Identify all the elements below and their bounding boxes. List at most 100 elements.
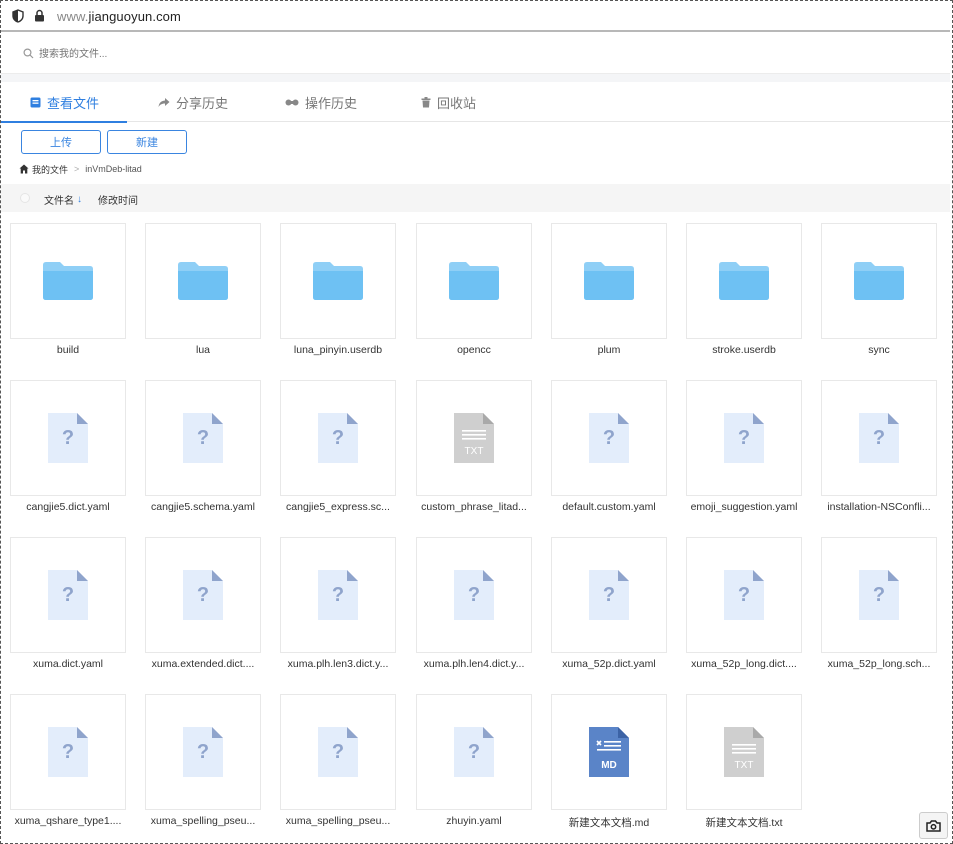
new-button[interactable]: 新建 [107, 130, 187, 154]
sort-by-name[interactable]: 文件名 ↓ [44, 192, 82, 207]
file-item[interactable]: sync [821, 223, 937, 363]
file-name[interactable]: cangjie5.schema.yaml [141, 501, 265, 513]
url-text[interactable]: www.jianguoyun.com [57, 9, 181, 24]
file-item[interactable]: opencc [416, 223, 532, 363]
file-item[interactable]: luna_pinyin.userdb [280, 223, 396, 363]
file-item[interactable]: lua [145, 223, 261, 363]
file-thumbnail[interactable]: ? [686, 537, 802, 653]
file-thumbnail[interactable]: ? [551, 537, 667, 653]
select-all-checkbox[interactable] [20, 193, 30, 203]
file-item[interactable]: plum [551, 223, 667, 363]
file-item[interactable]: ? xuma_52p.dict.yaml [551, 537, 667, 677]
file-name[interactable]: cangjie5_express.sc... [276, 501, 400, 513]
file-name[interactable]: 新建文本文档.md [547, 815, 671, 830]
upload-button[interactable]: 上传 [21, 130, 101, 154]
md-file-label: MD [601, 760, 617, 771]
file-name[interactable]: build [6, 344, 130, 356]
file-thumbnail[interactable]: ? [145, 380, 261, 496]
file-thumbnail[interactable]: ? [280, 537, 396, 653]
file-thumbnail[interactable] [821, 223, 937, 339]
file-thumbnail[interactable]: TXT [686, 694, 802, 810]
tab-view-files[interactable]: 查看文件 [0, 82, 128, 123]
tab-recycle-bin[interactable]: 回收站 [421, 82, 476, 122]
home-icon[interactable] [19, 164, 29, 174]
file-name[interactable]: xuma_spelling_pseu... [141, 815, 265, 827]
file-thumbnail[interactable]: ? [280, 380, 396, 496]
file-name[interactable]: default.custom.yaml [547, 501, 671, 513]
file-item[interactable]: stroke.userdb [686, 223, 802, 363]
search-input[interactable] [39, 44, 439, 64]
file-thumbnail[interactable] [416, 223, 532, 339]
file-thumbnail[interactable]: ? [145, 537, 261, 653]
file-item[interactable]: ? xuma_spelling_pseu... [145, 694, 261, 834]
file-thumbnail[interactable]: ? [10, 537, 126, 653]
file-thumbnail[interactable] [280, 223, 396, 339]
screenshot-button[interactable] [919, 812, 948, 839]
file-thumbnail[interactable]: MD [551, 694, 667, 810]
file-thumbnail[interactable]: ? [145, 694, 261, 810]
file-thumbnail[interactable] [10, 223, 126, 339]
file-name[interactable]: lua [141, 344, 265, 356]
modified-column-header[interactable]: 修改时间 [98, 192, 138, 207]
file-thumbnail[interactable]: ? [551, 380, 667, 496]
file-item[interactable]: ? xuma.plh.len4.dict.y... [416, 537, 532, 677]
lock-icon[interactable] [34, 9, 45, 27]
file-name[interactable]: installation-NSConfli... [817, 501, 941, 513]
file-item[interactable]: ? xuma_qshare_type1.... [10, 694, 126, 834]
file-thumbnail[interactable] [686, 223, 802, 339]
file-name[interactable]: cangjie5.dict.yaml [6, 501, 130, 513]
file-item[interactable]: ? xuma_52p_long.dict.... [686, 537, 802, 677]
file-thumbnail[interactable]: ? [10, 380, 126, 496]
file-name[interactable]: luna_pinyin.userdb [276, 344, 400, 356]
file-item[interactable]: ? default.custom.yaml [551, 380, 667, 520]
breadcrumb-root[interactable]: 我的文件 [32, 163, 68, 176]
file-name[interactable]: xuma.dict.yaml [6, 658, 130, 670]
file-item[interactable]: ? xuma.plh.len3.dict.y... [280, 537, 396, 677]
file-thumbnail[interactable]: ? [821, 380, 937, 496]
file-name[interactable]: emoji_suggestion.yaml [682, 501, 806, 513]
file-item[interactable]: ? cangjie5.dict.yaml [10, 380, 126, 520]
file-item[interactable]: ? xuma.dict.yaml [10, 537, 126, 677]
file-name[interactable]: 新建文本文档.txt [682, 815, 806, 830]
file-thumbnail[interactable]: ? [686, 380, 802, 496]
file-thumbnail[interactable]: TXT [416, 380, 532, 496]
file-item[interactable]: ? xuma_52p_long.sch... [821, 537, 937, 677]
browser-url-bar[interactable]: www.jianguoyun.com [1, 1, 950, 32]
tab-operation-history[interactable]: 操作历史 [285, 82, 357, 122]
shield-icon[interactable] [12, 9, 24, 28]
unknown-file-glyph: ? [468, 741, 480, 763]
file-item[interactable]: ? xuma.extended.dict.... [145, 537, 261, 677]
file-item[interactable]: ? cangjie5.schema.yaml [145, 380, 261, 520]
file-name[interactable]: sync [817, 344, 941, 356]
file-name[interactable]: xuma_52p.dict.yaml [547, 658, 671, 670]
file-item[interactable]: ? emoji_suggestion.yaml [686, 380, 802, 520]
file-thumbnail[interactable]: ? [10, 694, 126, 810]
file-thumbnail[interactable]: ? [416, 694, 532, 810]
file-name[interactable]: xuma_spelling_pseu... [276, 815, 400, 827]
file-item[interactable]: ? xuma_spelling_pseu... [280, 694, 396, 834]
file-name[interactable]: xuma.plh.len4.dict.y... [412, 658, 536, 670]
file-thumbnail[interactable]: ? [821, 537, 937, 653]
tab-share-history[interactable]: 分享历史 [158, 82, 228, 122]
file-name[interactable]: plum [547, 344, 671, 356]
file-item[interactable]: ? cangjie5_express.sc... [280, 380, 396, 520]
file-name[interactable]: zhuyin.yaml [412, 815, 536, 827]
file-name[interactable]: opencc [412, 344, 536, 356]
file-item[interactable]: TXT custom_phrase_litad... [416, 380, 532, 520]
file-thumbnail[interactable] [551, 223, 667, 339]
file-name[interactable]: xuma.plh.len3.dict.y... [276, 658, 400, 670]
file-name[interactable]: custom_phrase_litad... [412, 501, 536, 513]
file-name[interactable]: xuma_qshare_type1.... [6, 815, 130, 827]
file-item[interactable]: ? zhuyin.yaml [416, 694, 532, 834]
file-thumbnail[interactable]: ? [416, 537, 532, 653]
file-thumbnail[interactable] [145, 223, 261, 339]
file-thumbnail[interactable]: ? [280, 694, 396, 810]
file-item[interactable]: ? installation-NSConfli... [821, 380, 937, 520]
file-name[interactable]: xuma_52p_long.dict.... [682, 658, 806, 670]
file-name[interactable]: xuma.extended.dict.... [141, 658, 265, 670]
file-item[interactable]: build [10, 223, 126, 363]
file-name[interactable]: stroke.userdb [682, 344, 806, 356]
file-name[interactable]: xuma_52p_long.sch... [817, 658, 941, 670]
file-item[interactable]: TXT 新建文本文档.txt [686, 694, 802, 834]
file-item[interactable]: MD 新建文本文档.md [551, 694, 667, 834]
